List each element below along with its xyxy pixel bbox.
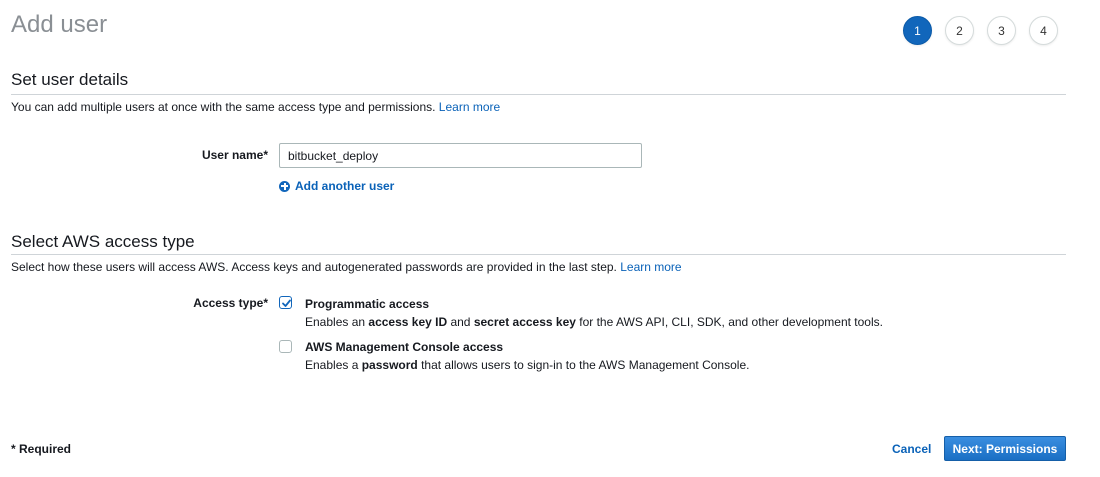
add-user-page: Add user 1 2 3 4 Set user details You ca… bbox=[0, 0, 1100, 477]
console-access-title: AWS Management Console access bbox=[305, 340, 504, 354]
cancel-button[interactable]: Cancel bbox=[892, 442, 931, 456]
wizard-steps: 1 2 3 4 bbox=[903, 16, 1058, 45]
description-text: You can add multiple users at once with … bbox=[11, 100, 436, 114]
section-divider bbox=[11, 94, 1066, 95]
programmatic-access-checkbox[interactable] bbox=[279, 296, 292, 309]
learn-more-link[interactable]: Learn more bbox=[620, 260, 681, 274]
programmatic-access-description: Enables an access key ID and secret acce… bbox=[305, 315, 883, 329]
desc-text: that allows users to sign-in to the AWS … bbox=[417, 358, 750, 372]
required-note: * Required bbox=[11, 442, 72, 456]
programmatic-access-title: Programmatic access bbox=[305, 297, 430, 311]
desc-text: and bbox=[447, 315, 474, 329]
description-text: Select how these users will access AWS. … bbox=[11, 260, 617, 274]
user-name-label: User name* bbox=[201, 148, 268, 162]
desc-bold: access key ID bbox=[368, 315, 448, 329]
desc-text: Enables an bbox=[305, 315, 369, 329]
section-title-access-type: Select AWS access type bbox=[11, 232, 195, 251]
desc-text: Enables a bbox=[305, 358, 362, 372]
desc-bold: password bbox=[361, 358, 418, 372]
learn-more-link[interactable]: Learn more bbox=[439, 100, 500, 114]
desc-text: for the AWS API, CLI, SDK, and other dev… bbox=[575, 315, 883, 329]
add-another-user-button[interactable]: Add another user bbox=[279, 179, 394, 193]
plus-circle-icon bbox=[279, 180, 290, 192]
section-divider bbox=[11, 254, 1066, 255]
section-description-access-type: Select how these users will access AWS. … bbox=[11, 260, 682, 274]
checkmark-icon bbox=[282, 299, 291, 307]
section-description-user-details: You can add multiple users at once with … bbox=[11, 100, 500, 114]
step-3[interactable]: 3 bbox=[987, 16, 1016, 45]
step-1[interactable]: 1 bbox=[903, 16, 932, 45]
add-another-user-label: Add another user bbox=[295, 179, 395, 193]
access-type-label: Access type* bbox=[193, 296, 268, 310]
console-access-checkbox[interactable] bbox=[279, 340, 292, 353]
section-title-user-details: Set user details bbox=[11, 70, 129, 89]
desc-bold: secret access key bbox=[473, 315, 576, 329]
console-access-description: Enables a password that allows users to … bbox=[305, 358, 749, 372]
user-name-input[interactable] bbox=[279, 143, 642, 168]
page-title: Add user bbox=[11, 11, 108, 38]
next-permissions-button[interactable]: Next: Permissions bbox=[944, 436, 1066, 461]
step-4[interactable]: 4 bbox=[1029, 16, 1058, 45]
step-2[interactable]: 2 bbox=[945, 16, 974, 45]
